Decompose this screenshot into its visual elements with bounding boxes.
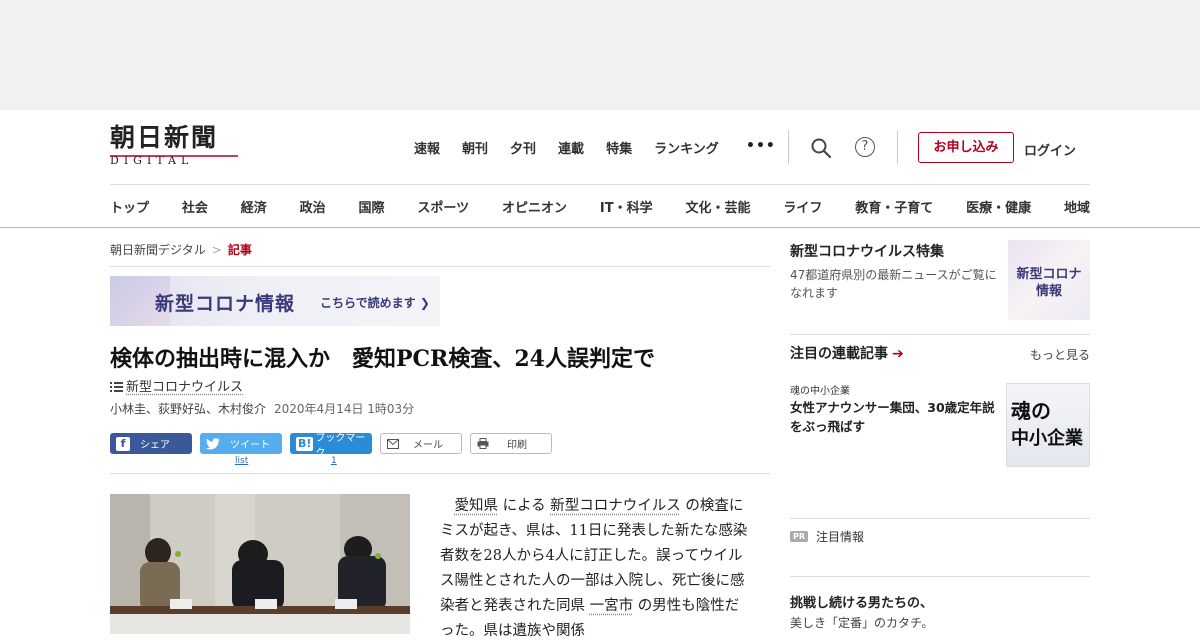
pr-badge: PR <box>790 531 809 542</box>
ad-banner-area <box>0 0 1200 110</box>
twitter-bird-icon <box>206 437 220 450</box>
article-byline: 小林圭、荻野好弘、木村俊介 2020年4月14日 1時03分 <box>110 400 414 417</box>
nav-rensai[interactable]: 連載 <box>558 138 584 157</box>
share-buttons: f シェア ツイート B! ブックマーク メール 印刷 <box>110 433 552 459</box>
feature-thumbnail[interactable]: 新型コロナ情報 <box>1008 240 1090 320</box>
series-thumbnail-text: 魂の 中小企業 <box>1011 398 1083 452</box>
mail-icon <box>387 438 399 449</box>
category-region[interactable]: 地域 <box>1064 197 1090 216</box>
twitter-count[interactable]: list <box>235 456 248 466</box>
pr-subtitle[interactable]: 美しき「定番」のカタチ。 <box>790 614 933 631</box>
breadcrumb-home[interactable]: 朝日新聞デジタル <box>110 243 206 257</box>
print-label: 印刷 <box>507 440 527 451</box>
article-headline: 検体の抽出時に混入か 愛知PCR検査、24人誤判定で <box>110 346 655 372</box>
login-link[interactable]: ログイン <box>1024 140 1076 159</box>
logo-title: 朝日新聞 <box>110 123 219 152</box>
article-body: 愛知県 による 新型コロナウイルス の検査にミスが起き、県は、11日に発表した新… <box>440 494 750 644</box>
twitter-share-button[interactable]: ツイート <box>200 433 282 454</box>
press-conference-image <box>110 494 410 634</box>
facebook-share-button[interactable]: f シェア <box>110 433 192 454</box>
category-international[interactable]: 国際 <box>359 197 385 216</box>
body-indent <box>440 498 455 514</box>
category-society[interactable]: 社会 <box>182 197 208 216</box>
series-title: 注目の連載記事 <box>790 346 888 362</box>
series-headline[interactable]: 女性アナウンサー集団、30歳定年説をぶっ飛ばす <box>790 398 1004 436</box>
mail-share-button[interactable]: メール <box>380 433 462 454</box>
more-menu-icon[interactable]: ••• <box>746 138 776 154</box>
body-text: の検査にミスが起き、県は、11日に発表した新たな感染者数を28人から4人に訂正し… <box>440 498 748 614</box>
nav-yuukan[interactable]: 夕刊 <box>510 138 536 157</box>
pr-section-label: PR 注目情報 <box>790 528 864 545</box>
more-link[interactable]: もっと見る <box>1030 346 1090 363</box>
top-nav: 速報 朝刊 夕刊 連載 特集 ランキング <box>414 138 741 157</box>
series-thumbnail[interactable]: 魂の 中小企業 <box>1006 383 1090 467</box>
article-date: 2020年4月14日 1時03分 <box>274 402 415 416</box>
divider <box>110 473 770 474</box>
banner-link: こちらで読めます ❯ <box>320 296 430 310</box>
divider <box>790 576 1090 577</box>
category-life[interactable]: ライフ <box>783 197 822 216</box>
breadcrumb-separator: > <box>211 243 222 257</box>
article-photo[interactable] <box>110 494 410 634</box>
search-icon[interactable] <box>810 137 832 159</box>
help-icon[interactable]: ? <box>855 137 875 157</box>
hatena-label: ブックマーク <box>315 432 366 459</box>
site-header: 朝日新聞 DIGITAL 速報 朝刊 夕刊 連載 特集 ランキング ••• ? … <box>0 110 1200 228</box>
feature-description[interactable]: 47都道府県別の最新ニュースがご覧になれます <box>790 266 1002 302</box>
divider <box>788 130 789 164</box>
nav-ranking[interactable]: ランキング <box>654 138 719 157</box>
category-politics[interactable]: 政治 <box>300 197 326 216</box>
feature-thumbnail-label: 新型コロナ情報 <box>1016 267 1082 299</box>
category-health[interactable]: 医療・健康 <box>966 197 1031 216</box>
nav-tokushu[interactable]: 特集 <box>606 138 632 157</box>
nav-choukan[interactable]: 朝刊 <box>462 138 488 157</box>
category-it-science[interactable]: IT・科学 <box>600 197 653 216</box>
corona-info-banner[interactable]: 新型コロナ情報 こちらで読めます ❯ <box>110 276 440 326</box>
divider <box>790 334 1090 335</box>
category-economy[interactable]: 経済 <box>241 197 267 216</box>
category-nav: トップ 社会 経済 政治 国際 スポーツ オピニオン IT・科学 文化・芸能 ラ… <box>110 197 1090 216</box>
printer-icon <box>477 438 489 449</box>
twitter-label: ツイート <box>230 440 270 451</box>
breadcrumb: 朝日新聞デジタル > 記事 <box>110 241 252 258</box>
print-button[interactable]: 印刷 <box>470 433 552 454</box>
article-tag: 新型コロナウイルス <box>110 376 243 395</box>
series-thumb-line1: 魂の <box>1011 399 1051 423</box>
nav-sokuho[interactable]: 速報 <box>414 138 440 157</box>
divider <box>110 266 770 267</box>
hatena-count[interactable]: 1 <box>331 456 337 466</box>
pr-label: 注目情報 <box>816 530 865 544</box>
category-opinion[interactable]: オピニオン <box>502 197 567 216</box>
banner-title: 新型コロナ情報 <box>155 293 296 315</box>
mail-label: メール <box>413 440 443 451</box>
body-link-aichi[interactable]: 愛知県 <box>455 498 499 514</box>
tag-link[interactable]: 新型コロナウイルス <box>126 380 243 395</box>
list-icon <box>110 382 123 392</box>
series-kicker[interactable]: 魂の中小企業 <box>790 382 850 397</box>
category-top[interactable]: トップ <box>110 197 149 216</box>
body-text: による <box>498 498 551 514</box>
header-divider <box>110 184 1090 185</box>
feature-title[interactable]: 新型コロナウイルス特集 <box>790 241 944 261</box>
breadcrumb-current: 記事 <box>227 243 252 257</box>
site-logo[interactable]: 朝日新聞 DIGITAL <box>110 124 240 172</box>
category-culture[interactable]: 文化・芸能 <box>685 197 750 216</box>
facebook-icon: f <box>116 436 130 451</box>
pr-headline[interactable]: 挑戦し続ける男たちの、 <box>790 592 933 611</box>
series-heading[interactable]: 注目の連載記事 ➔ <box>790 343 904 363</box>
series-thumb-line2: 中小企業 <box>1011 428 1083 449</box>
arrow-right-icon: ➔ <box>892 346 904 362</box>
category-education[interactable]: 教育・子育て <box>855 197 933 216</box>
article-authors: 小林圭、荻野好弘、木村俊介 <box>110 402 267 416</box>
hatena-icon: B! <box>296 436 314 451</box>
logo-underline <box>110 155 238 157</box>
divider <box>790 518 1090 519</box>
subscribe-button[interactable]: お申し込み <box>918 132 1014 163</box>
category-sports[interactable]: スポーツ <box>417 197 469 216</box>
hatena-bookmark-button[interactable]: B! ブックマーク <box>290 433 372 459</box>
body-link-ichinomiya[interactable]: 一宮市 <box>590 598 634 614</box>
body-link-corona[interactable]: 新型コロナウイルス <box>550 498 681 514</box>
facebook-label: シェア <box>140 440 170 451</box>
divider <box>897 130 898 164</box>
